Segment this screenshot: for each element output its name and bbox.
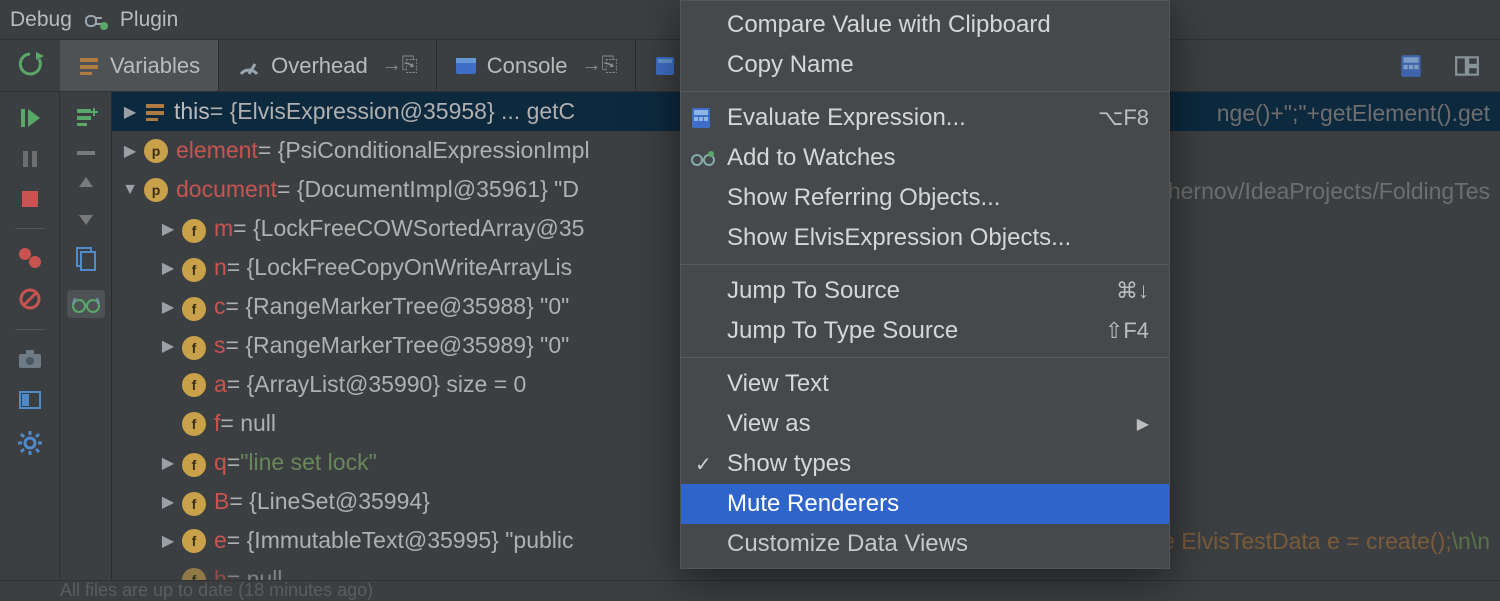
field-badge-icon: f: [182, 373, 206, 397]
log-icon: [654, 55, 676, 77]
expand-arrow-icon[interactable]: ▶: [154, 453, 182, 473]
stop-icon[interactable]: [19, 188, 41, 210]
status-text: All files are up to date (18 minutes ago…: [60, 580, 373, 601]
copy-icon[interactable]: [74, 246, 98, 272]
field-badge-icon: f: [182, 258, 206, 282]
shortcut-label: ⇧F4: [1105, 318, 1149, 344]
add-watch-icon[interactable]: [73, 106, 99, 132]
field-badge-icon: f: [182, 297, 206, 321]
glasses-icon: [691, 150, 717, 166]
menu-compare-clipboard[interactable]: Compare Value with Clipboard: [681, 5, 1169, 45]
field-badge-icon: f: [182, 453, 206, 477]
tab-overhead-label: Overhead: [271, 53, 368, 79]
field-badge-icon: f: [182, 492, 206, 516]
mute-breakpoints-icon[interactable]: [18, 287, 42, 311]
shortcut-label: ⌥F8: [1098, 105, 1149, 131]
tab-variables[interactable]: Variables: [60, 40, 219, 91]
expand-arrow-icon[interactable]: ▶: [154, 531, 182, 551]
menu-copy-name[interactable]: Copy Name: [681, 45, 1169, 85]
menu-add-to-watches[interactable]: Add to Watches: [681, 138, 1169, 178]
overhead-icon: [237, 54, 261, 78]
tab-console[interactable]: Console →⎘: [437, 40, 637, 91]
menu-view-as[interactable]: View as ▶: [681, 404, 1169, 444]
layout-icon[interactable]: [1454, 53, 1480, 79]
menu-view-text[interactable]: View Text: [681, 364, 1169, 404]
tab-variables-label: Variables: [110, 53, 200, 79]
remove-watch-icon[interactable]: [75, 150, 97, 156]
menu-show-type-objects[interactable]: Show ElvisExpression Objects...: [681, 218, 1169, 258]
detach-icon[interactable]: →⎘: [581, 54, 617, 77]
menu-customize-data-views[interactable]: Customize Data Views: [681, 524, 1169, 564]
camera-icon[interactable]: [17, 348, 43, 370]
expand-arrow-icon[interactable]: ▶: [116, 102, 144, 122]
settings-icon[interactable]: [17, 430, 43, 456]
menu-separator: [681, 264, 1169, 265]
menu-separator: [681, 91, 1169, 92]
this-icon: [144, 101, 166, 123]
glasses-icon[interactable]: [67, 290, 105, 318]
field-badge-icon: f: [182, 412, 206, 436]
layout-settings-icon[interactable]: [18, 388, 42, 412]
field-badge-icon: f: [182, 219, 206, 243]
expand-arrow-icon[interactable]: ▶: [154, 219, 182, 239]
variable-context-menu: Compare Value with Clipboard Copy Name E…: [680, 0, 1170, 569]
expand-arrow-icon[interactable]: ▶: [154, 336, 182, 356]
field-badge-icon: f: [182, 529, 206, 553]
field-badge-icon: f: [182, 336, 206, 360]
variables-icon: [78, 55, 100, 77]
separator: [15, 329, 45, 330]
rerun-icon[interactable]: [16, 50, 44, 78]
tab-console-label: Console: [487, 53, 568, 79]
menu-jump-to-source[interactable]: Jump To Source ⌘↓: [681, 271, 1169, 311]
parameter-badge-icon: p: [144, 139, 168, 163]
console-icon: [455, 55, 477, 77]
move-down-icon[interactable]: [77, 210, 95, 228]
calculator-icon[interactable]: [1398, 53, 1424, 79]
debug-label: Debug: [10, 8, 72, 32]
tab-overhead[interactable]: Overhead →⎘: [219, 40, 437, 91]
expand-arrow-icon[interactable]: ▶: [154, 258, 182, 278]
menu-evaluate-expression[interactable]: Evaluate Expression... ⌥F8: [681, 98, 1169, 138]
plugin-icon: [84, 10, 110, 30]
pause-icon[interactable]: [19, 148, 41, 170]
calculator-icon: [691, 107, 717, 129]
view-breakpoints-icon[interactable]: [17, 247, 43, 269]
debugger-toolbar: [1398, 40, 1500, 91]
field-badge-icon: f: [182, 568, 206, 581]
separator: [15, 228, 45, 229]
menu-show-types[interactable]: ✓ Show types: [681, 444, 1169, 484]
expand-arrow-icon[interactable]: ▶: [154, 492, 182, 512]
expand-arrow-icon[interactable]: ▶: [116, 141, 144, 161]
variables-actions: [60, 92, 112, 580]
editor-ghost-line-1: nge()+";"+getElement().get: [1217, 100, 1490, 127]
collapse-arrow-icon[interactable]: ▼: [116, 181, 144, 199]
menu-separator: [681, 357, 1169, 358]
debugger-left-actions: [0, 92, 60, 580]
menu-mute-renderers[interactable]: Mute Renderers: [681, 484, 1169, 524]
run-config-name: Plugin: [120, 8, 178, 32]
check-icon: ✓: [695, 452, 712, 477]
parameter-badge-icon: p: [144, 178, 168, 202]
resume-icon[interactable]: [18, 106, 42, 130]
menu-show-referring[interactable]: Show Referring Objects...: [681, 178, 1169, 218]
menu-jump-to-type-source[interactable]: Jump To Type Source ⇧F4: [681, 311, 1169, 351]
submenu-arrow-icon: ▶: [1137, 414, 1149, 434]
expand-arrow-icon[interactable]: ▶: [154, 297, 182, 317]
move-up-icon[interactable]: [77, 174, 95, 192]
detach-icon[interactable]: →⎘: [382, 54, 418, 77]
shortcut-label: ⌘↓: [1116, 278, 1149, 304]
status-bar: All files are up to date (18 minutes ago…: [0, 580, 1500, 600]
